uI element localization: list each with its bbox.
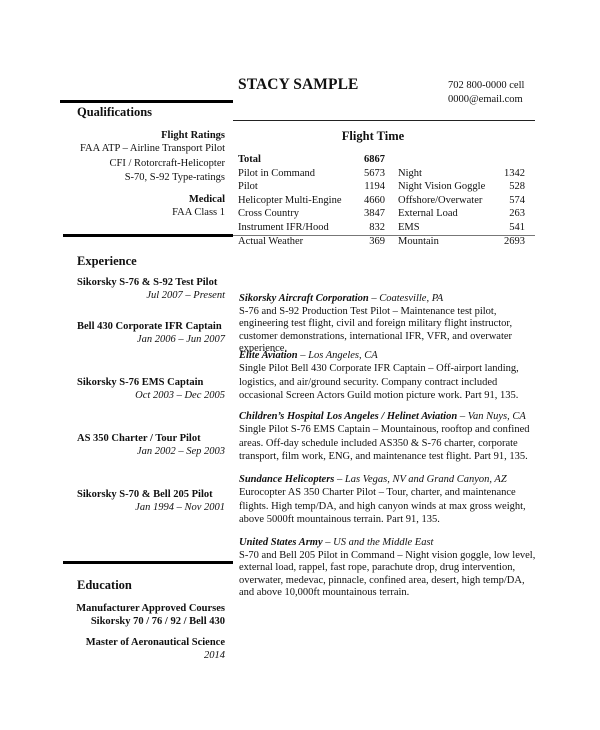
experience-detail: Sundance Helicopters – Las Vegas, NV and… — [239, 473, 539, 527]
email-address[interactable]: 0000@email.com — [448, 93, 524, 107]
hours-value: 3847 — [364, 208, 385, 220]
hours-label: Pilot — [238, 181, 258, 193]
position-title: Bell 430 Corporate IFR Captain — [77, 321, 222, 332]
hours-value: 541 — [509, 221, 525, 233]
position-dates: Jan 2006 – Jun 2007 — [136, 333, 225, 345]
table-row: Pilot 1194 Night Vision Goggle 528 — [238, 180, 525, 194]
rating-item: CFI / Rotorcraft-Helicopter — [109, 157, 225, 169]
job-description: Eurocopter AS 350 Charter Pilot – Tour, … — [239, 487, 526, 526]
hours-label: Night — [398, 167, 422, 179]
position-dates: Jan 2002 – Sep 2003 — [136, 445, 225, 457]
qualifications-divider — [60, 100, 233, 103]
hours-value: 528 — [509, 181, 525, 193]
experience-detail: Sikorsky Aircraft Corporation – Coatesvi… — [239, 293, 539, 356]
hours-label: Pilot in Command — [238, 167, 316, 179]
hours-value: 1194 — [364, 181, 385, 193]
education-item-line: Sikorsky 70 / 76 / 92 / Bell 430 — [90, 616, 225, 627]
hours-value: 5673 — [364, 167, 385, 179]
position-dates: Jul 2007 – Present — [146, 289, 225, 301]
medical-item: FAA Class 1 — [172, 206, 225, 218]
candidate-name: STACY SAMPLE — [238, 76, 359, 93]
hours-label: Night Vision Goggle — [398, 181, 486, 193]
employer-location: – US and the Middle East — [322, 537, 434, 548]
position-entry: AS 350 Charter / Tour Pilot Jan 2002 – S… — [77, 433, 225, 458]
position-title: Sikorsky S-70 & Bell 205 Pilot — [77, 489, 213, 500]
position-entry: Sikorsky S-76 & S-92 Test Pilot Jul 2007… — [77, 277, 225, 302]
hours-value: 4660 — [364, 194, 385, 206]
table-row: Pilot in Command 5673 Night 1342 — [238, 167, 525, 181]
education-year: 2014 — [204, 650, 225, 661]
total-value: 6867 — [364, 154, 385, 165]
employer-location: – Las Vegas, NV and Grand Canyon, AZ — [334, 474, 507, 485]
experience-detail: Children’s Hospital Los Angeles / Heline… — [239, 410, 539, 464]
table-row: Total 6867 — [238, 153, 525, 167]
hours-value: 574 — [509, 194, 525, 206]
rating-item: S-70, S-92 Type-ratings — [124, 172, 225, 183]
job-description: S-76 and S-92 Production Test Pilot – Ma… — [239, 305, 513, 355]
employer-name: United States Army — [239, 537, 323, 548]
experience-detail: Elite Aviation – Los Angeles, CA Single … — [239, 349, 539, 403]
position-dates: Oct 2003 – Dec 2005 — [135, 389, 225, 401]
position-title: Sikorsky S-76 EMS Captain — [77, 377, 204, 388]
hours-value: 1342 — [504, 167, 525, 179]
hours-label: Instrument IFR/Hood — [238, 221, 329, 233]
medical-heading: Medical — [188, 193, 225, 205]
position-entry: Sikorsky S-76 EMS Captain Oct 2003 – Dec… — [77, 377, 225, 402]
hours-value: 263 — [509, 208, 525, 220]
position-entry: Bell 430 Corporate IFR Captain Jan 2006 … — [77, 321, 225, 346]
experience-divider — [63, 234, 233, 237]
job-description: Single Pilot S-76 EMS Captain – Mountain… — [239, 424, 530, 463]
hours-value: 832 — [369, 221, 385, 233]
hours-label: Mountain — [398, 235, 439, 247]
education-item-line: Manufacturer Approved Courses — [76, 603, 225, 614]
position-entry: Sikorsky S-70 & Bell 205 Pilot Jan 1994 … — [77, 489, 225, 514]
rating-item: FAA ATP – Airline Transport Pilot — [80, 143, 225, 154]
flight-time-heading: Flight Time — [341, 129, 405, 143]
qualifications-list: Flight Ratings FAA ATP – Airline Transpo… — [62, 129, 225, 219]
hours-label: Helicopter Multi-Engine — [238, 194, 342, 206]
qualifications-heading: Qualifications — [77, 105, 153, 119]
employer-location: – Coatesville, PA — [368, 293, 444, 304]
hours-label: External Load — [398, 208, 458, 220]
employer-name: Children’s Hospital Los Angeles / Heline… — [239, 411, 458, 422]
experience-heading: Experience — [77, 254, 137, 268]
hours-label: Offshore/Overwater — [398, 194, 483, 206]
hours-value: 369 — [369, 235, 385, 247]
position-dates: Jan 1994 – Nov 2001 — [135, 501, 225, 513]
phone-number: 702 800-0000 cell — [448, 80, 525, 91]
employer-name: Sikorsky Aircraft Corporation — [239, 293, 369, 304]
flight-time-divider — [233, 120, 535, 121]
experience-detail: United States Army – US and the Middle E… — [239, 537, 539, 600]
hours-label: Actual Weather — [238, 235, 304, 247]
employer-location: – Van Nuys, CA — [457, 411, 526, 422]
flight-time-table: Total 6867 Pilot in Command 5673 Night 1… — [238, 153, 525, 248]
hours-label: Cross Country — [238, 208, 299, 220]
education-list: Manufacturer Approved Courses Sikorsky 7… — [62, 602, 225, 662]
education-heading: Education — [77, 578, 132, 592]
flight-ratings-heading: Flight Ratings — [161, 130, 225, 141]
position-title: AS 350 Charter / Tour Pilot — [77, 433, 201, 444]
table-row: Instrument IFR/Hood 832 EMS 541 — [238, 221, 525, 235]
hours-label: EMS — [398, 221, 420, 233]
job-description: Single Pilot Bell 430 Corporate IFR Capt… — [239, 363, 519, 402]
table-row: Actual Weather 369 Mountain 2693 — [238, 235, 525, 249]
employer-name: Sundance Helicopters — [239, 474, 335, 485]
total-label: Total — [238, 154, 261, 165]
employer-name: Elite Aviation — [239, 350, 298, 361]
position-title: Sikorsky S-76 & S-92 Test Pilot — [77, 277, 218, 288]
hours-value: 2693 — [504, 235, 525, 247]
contact-block: 702 800-0000 cell 0000@email.com — [448, 79, 524, 107]
employer-location: – Los Angeles, CA — [297, 350, 378, 361]
table-row: Cross Country 3847 External Load 263 — [238, 207, 525, 221]
education-item-line: Master of Aeronautical Science — [85, 637, 225, 648]
job-description: S-70 and Bell 205 Pilot in Command – Nig… — [239, 549, 536, 599]
table-row: Helicopter Multi-Engine 4660 Offshore/Ov… — [238, 194, 525, 208]
education-divider — [63, 561, 233, 564]
